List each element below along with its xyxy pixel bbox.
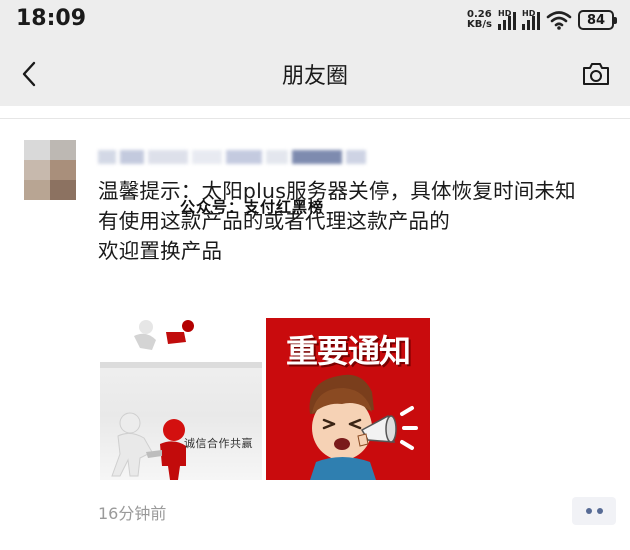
- dot-icon: [585, 508, 592, 514]
- more-actions-button[interactable]: [572, 497, 616, 525]
- wifi-icon: [546, 11, 572, 30]
- battery-icon: 84: [578, 10, 617, 30]
- avatar[interactable]: [24, 140, 76, 200]
- signal-hd-label: HD: [522, 9, 536, 18]
- page-title: 朋友圈: [281, 64, 348, 89]
- status-bar: 18:09 0.26 KB/s HD HD 84: [0, 0, 630, 42]
- megaphone-cartoon-image: [309, 374, 418, 480]
- camera-button[interactable]: [578, 56, 614, 92]
- battery-level: 84: [586, 12, 606, 28]
- camera-icon: [583, 63, 609, 85]
- network-speed: 0.26 KB/s: [467, 10, 492, 30]
- nav-bar: 朋友圈: [0, 42, 630, 106]
- signal-icon: HD: [522, 9, 540, 30]
- post-image-handshake[interactable]: 诚信合作共赢: [100, 318, 262, 480]
- signal-hd-label: HD: [498, 9, 512, 18]
- handshake-figures-image: [100, 318, 262, 480]
- image-caption: 诚信合作共赢: [184, 437, 253, 450]
- network-speed-unit: KB/s: [467, 19, 492, 30]
- status-indicators: 0.26 KB/s HD HD 84: [467, 8, 617, 32]
- username-redacted[interactable]: [98, 150, 370, 164]
- watermark-text: 公众号：支付红黑榜: [180, 198, 325, 216]
- post-timestamp: 16分钟前: [98, 504, 167, 523]
- status-time: 18:09: [16, 6, 87, 31]
- signal-icon: HD: [498, 9, 516, 30]
- post-text: 温馨提示：太阳plus服务器关停，具体恢复时间未知 有使用这款产品的或者代理这款…: [98, 179, 576, 263]
- dot-icon: [596, 508, 603, 514]
- divider: [0, 118, 630, 119]
- post-image-notice[interactable]: 重要通知: [266, 318, 430, 480]
